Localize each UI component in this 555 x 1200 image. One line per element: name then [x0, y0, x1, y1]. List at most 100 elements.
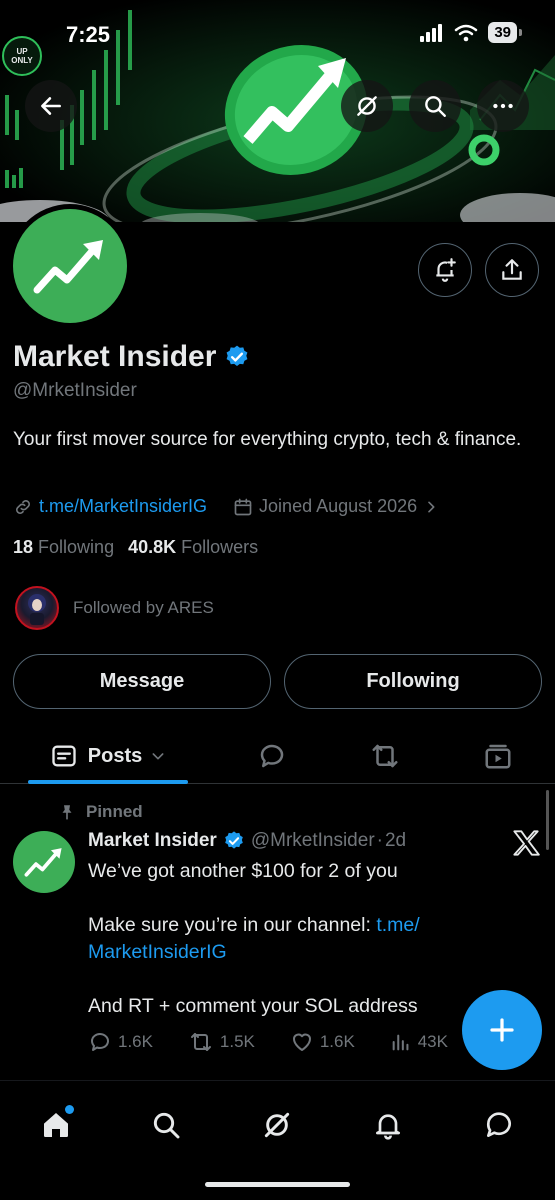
- post-actions: 1.6K 1.5K 1.6K 43K: [88, 1030, 448, 1054]
- reply-action[interactable]: 1.6K: [88, 1030, 153, 1054]
- message-button[interactable]: Message: [13, 654, 271, 709]
- post-time[interactable]: 2d: [385, 830, 406, 852]
- post-dot: ·: [376, 830, 383, 851]
- trend-arrow-icon: [24, 848, 62, 877]
- active-tab-indicator: [28, 780, 188, 784]
- post-author-avatar[interactable]: [13, 831, 75, 893]
- post-channel-link-a[interactable]: t.me/: [376, 914, 419, 936]
- post-line-2: Make sure you’re in our channel: t.me/Ma…: [88, 912, 468, 966]
- tab-posts-label: Posts: [87, 744, 143, 767]
- following-count: 18: [13, 537, 34, 557]
- bell-plus-icon: [436, 258, 456, 282]
- notifications-icon: [376, 1114, 400, 1140]
- message-button-label: Message: [99, 670, 185, 692]
- nav-grok[interactable]: [253, 1101, 301, 1149]
- nav-explore[interactable]: [142, 1101, 190, 1149]
- nav-notifications[interactable]: [364, 1101, 412, 1149]
- tab-posts[interactable]: Posts: [28, 728, 188, 784]
- wifi-icon: [455, 24, 478, 41]
- link-icon: [16, 499, 30, 514]
- compose-button[interactable]: [462, 990, 542, 1070]
- repost-icon: [190, 1033, 211, 1051]
- followed-by-text: Followed by ARES: [73, 598, 214, 617]
- more-button[interactable]: [477, 80, 529, 132]
- post-line-2-text: Make sure you’re in our channel:: [88, 914, 377, 936]
- repost-count: 1.5K: [219, 1032, 255, 1051]
- back-arrow-icon: [41, 97, 61, 115]
- tab-media[interactable]: [474, 728, 522, 784]
- following-button[interactable]: Following: [284, 654, 542, 709]
- post-channel-link-b[interactable]: MarketInsiderIG: [88, 941, 227, 963]
- share-button[interactable]: [485, 243, 539, 297]
- profile-name: Market Insider: [13, 340, 217, 373]
- calendar-icon: [234, 498, 252, 515]
- post-author-name[interactable]: Market Insider: [88, 830, 217, 852]
- grok-button[interactable]: [341, 80, 393, 132]
- post-line-3: And RT + comment your SOL address: [88, 995, 418, 1017]
- views-action[interactable]: 43K: [390, 1030, 448, 1054]
- status-icons: 39: [420, 22, 522, 43]
- back-button[interactable]: [25, 80, 77, 132]
- highlights-icon: [372, 744, 398, 768]
- profile-tabs: Posts: [0, 728, 555, 784]
- post-author-handle[interactable]: @MrketInsider: [251, 830, 375, 852]
- repost-action[interactable]: 1.5K: [188, 1030, 255, 1054]
- like-icon: [292, 1033, 311, 1051]
- followers-count: 40.8K: [128, 537, 177, 557]
- post-body[interactable]: We’ve got another $100 for 2 of you Make…: [88, 858, 468, 1047]
- replies-icon: [260, 744, 284, 768]
- followers-stat[interactable]: 40.8K Followers: [128, 537, 258, 558]
- media-icon: [485, 744, 511, 769]
- profile-meta: t.me/MarketInsiderIG Joined August 2026: [13, 496, 439, 517]
- pinned-label: Pinned: [86, 802, 143, 821]
- battery-indicator: 39: [488, 22, 522, 43]
- signal-icon: [420, 23, 443, 42]
- chevron-right-icon[interactable]: [423, 499, 439, 515]
- messages-icon: [486, 1112, 511, 1137]
- views-icon: [392, 1034, 409, 1051]
- share-icon: [502, 259, 522, 280]
- tab-replies[interactable]: [248, 728, 296, 784]
- chevron-down-icon: [152, 753, 164, 760]
- profile-handle: @MrketInsider: [13, 380, 137, 401]
- status-bar: 7:25 39: [0, 0, 555, 70]
- home-indicator[interactable]: [205, 1182, 350, 1187]
- trend-arrow-icon: [33, 240, 103, 294]
- follow-stats: 18 Following 40.8K Followers: [13, 537, 258, 558]
- avatar-logo: [13, 209, 127, 323]
- following-label: Following: [38, 537, 115, 557]
- explore-icon: [153, 1112, 180, 1139]
- follower-avatar: [15, 586, 59, 630]
- pinned-label-row: Pinned: [58, 802, 143, 822]
- reply-count: 1.6K: [118, 1032, 153, 1051]
- like-action[interactable]: 1.6K: [290, 1030, 355, 1054]
- search-button[interactable]: [409, 80, 461, 132]
- notify-button[interactable]: [418, 243, 472, 297]
- status-time: 7:25: [66, 22, 111, 47]
- following-stat[interactable]: 18 Following: [13, 537, 114, 558]
- profile-bio: Your first mover source for everything c…: [13, 429, 522, 450]
- tab-highlights[interactable]: [361, 728, 409, 784]
- grok-icon: [357, 96, 377, 116]
- posts-icon: [52, 745, 76, 767]
- profile-link[interactable]: t.me/MarketInsiderIG: [39, 496, 207, 517]
- followed-by[interactable]: Followed by ARES: [15, 586, 214, 630]
- verified-icon[interactable]: [224, 344, 250, 370]
- followers-label: Followers: [181, 537, 259, 557]
- profile-avatar[interactable]: [8, 204, 132, 328]
- profile-name-row: Market Insider: [13, 340, 250, 374]
- pin-icon: [62, 805, 72, 820]
- x-logo-icon[interactable]: [512, 830, 540, 856]
- views-count: 43K: [417, 1032, 448, 1051]
- nav-home[interactable]: [32, 1101, 80, 1149]
- reply-icon: [91, 1033, 109, 1051]
- nav-messages[interactable]: [475, 1101, 523, 1149]
- scrollbar[interactable]: [546, 790, 549, 850]
- grok-nav-icon: [264, 1112, 290, 1138]
- post-line-1: We’ve got another $100 for 2 of you: [88, 860, 398, 882]
- more-icon: [493, 103, 513, 109]
- following-button-label: Following: [366, 670, 460, 692]
- post-header: Market Insider @MrketInsider · 2d: [88, 830, 406, 852]
- joined-date[interactable]: Joined August 2026: [259, 496, 417, 517]
- follower-avatar-art: [28, 594, 46, 625]
